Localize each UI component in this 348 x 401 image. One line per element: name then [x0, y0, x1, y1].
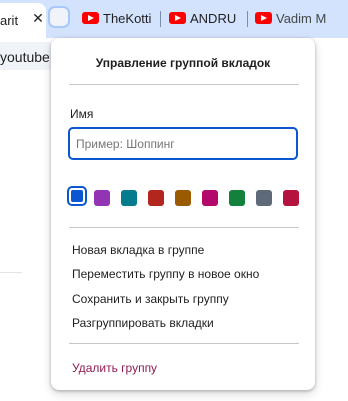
tab-thekotti[interactable]: TheKotti [82, 3, 158, 35]
color-swatch-crimson[interactable] [283, 190, 299, 206]
close-icon[interactable]: ✕ [30, 10, 46, 26]
delete-group-item[interactable]: Удалить группу [72, 361, 157, 375]
tab-group-editor-dialog: Управление группой вкладок Имя Новая вкл… [51, 38, 315, 390]
tab-group-chip[interactable] [50, 8, 68, 26]
youtube-icon [169, 12, 186, 24]
tab-title: ANDRU [190, 11, 237, 26]
divider [69, 84, 299, 85]
ungroup-tabs-item[interactable]: Разгруппировать вкладки [72, 316, 214, 330]
tab-title: Vadim M [276, 11, 327, 26]
new-tab-in-group-item[interactable]: Новая вкладка в группе [72, 243, 204, 257]
youtube-icon [255, 12, 272, 24]
divider [69, 227, 299, 228]
page-divider [0, 272, 22, 273]
tab-andru[interactable]: ANDRU [169, 3, 247, 35]
tab-strip: arit ✕ TheKotti ANDRU Vadim M [0, 0, 348, 38]
color-swatch-purple[interactable] [94, 190, 110, 206]
color-picker [67, 186, 307, 210]
color-swatch-red[interactable] [148, 190, 164, 206]
color-swatch-cyan[interactable] [121, 190, 137, 206]
divider [69, 343, 299, 344]
color-swatch-orange[interactable] [175, 190, 191, 206]
active-tab[interactable]: arit ✕ [0, 3, 46, 38]
save-and-close-group-item[interactable]: Сохранить и закрыть группу [72, 292, 229, 306]
tab-title: TheKotti [103, 11, 152, 26]
move-group-to-new-window-item[interactable]: Переместить группу в новое окно [72, 267, 259, 281]
color-swatch-grey[interactable] [256, 190, 272, 206]
name-label: Имя [70, 107, 94, 121]
tab-separator [160, 11, 161, 27]
color-swatch-pink[interactable] [202, 190, 218, 206]
address-text: youtube [0, 49, 50, 65]
active-tab-title: arit [0, 13, 19, 28]
youtube-icon [82, 12, 99, 24]
dialog-title: Управление группой вкладок [95, 56, 271, 70]
tab-vadim[interactable]: Vadim M [255, 3, 348, 35]
tab-separator [247, 11, 248, 27]
color-swatch-blue[interactable] [67, 186, 87, 206]
color-swatch-green[interactable] [229, 190, 245, 206]
group-name-input[interactable] [68, 127, 298, 160]
